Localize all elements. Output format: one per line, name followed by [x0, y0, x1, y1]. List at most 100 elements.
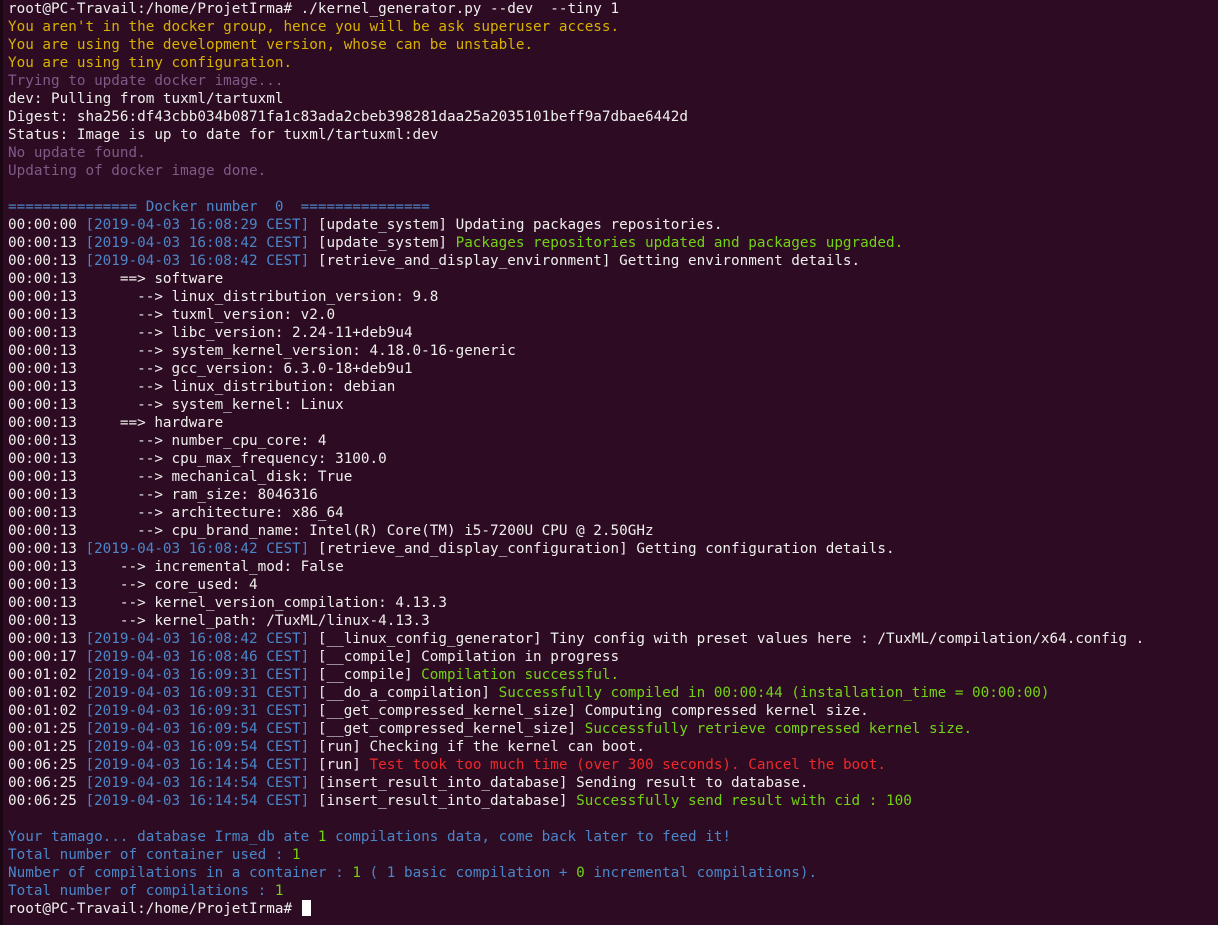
- terminal-text: Your tamago... database Irma_db ate: [8, 829, 318, 845]
- terminal-text: 00:00:13 --> ram_size: 8046316: [8, 487, 318, 503]
- terminal-line: 00:00:13 --> linux_distribution_version:…: [8, 288, 1218, 306]
- terminal-text: 00:00:13 --> architecture: x86_64: [8, 505, 344, 521]
- terminal-text: 00:01:02: [8, 667, 86, 683]
- terminal-line: 00:00:13 ==> hardware: [8, 414, 1218, 432]
- terminal-line: 00:00:13 ==> software: [8, 270, 1218, 288]
- terminal-line: 00:01:02 [2019-04-03 16:09:31 CEST] [__d…: [8, 684, 1218, 702]
- terminal-text: Status: Image is up to date for tuxml/ta…: [8, 127, 439, 143]
- terminal-text: 00:00:13 --> kernel_path: /TuxML/linux-4…: [8, 613, 430, 629]
- terminal-line: 00:00:13 --> ram_size: 8046316: [8, 486, 1218, 504]
- terminal-text: Trying to update docker image...: [8, 73, 284, 89]
- terminal-line: You aren't in the docker group, hence yo…: [8, 18, 1218, 36]
- terminal-text: 00:00:13 --> kernel_version_compilation:…: [8, 595, 447, 611]
- terminal-text: 00:00:13: [8, 631, 86, 647]
- window-edge: [0, 0, 3, 925]
- terminal-text: Successfully send result with cid : 100: [576, 793, 912, 809]
- terminal-text: 00:00:13 ==> software: [8, 271, 224, 287]
- terminal-line: Updating of docker image done.: [8, 162, 1218, 180]
- terminal-line: 00:01:25 [2019-04-03 16:09:54 CEST] [__g…: [8, 720, 1218, 738]
- terminal-text: 1: [292, 847, 301, 863]
- terminal-text: Packages repositories updated and packag…: [455, 235, 904, 251]
- terminal-text: Updating of docker image done.: [8, 163, 267, 179]
- terminal-text: [2019-04-03 16:08:42 CEST]: [85, 235, 310, 251]
- terminal-line: Total number of compilations : 1: [8, 882, 1218, 900]
- terminal-line: 00:00:00 [2019-04-03 16:08:29 CEST] [upd…: [8, 216, 1218, 234]
- terminal-line: Digest: sha256:df43cbb034b0871fa1c83ada2…: [8, 108, 1218, 126]
- terminal-text: 00:01:02: [8, 703, 86, 719]
- terminal-line: 00:00:13 --> cpu_max_frequency: 3100.0: [8, 450, 1218, 468]
- terminal-line: Your tamago... database Irma_db ate 1 co…: [8, 828, 1218, 846]
- terminal-text: 00:01:02: [8, 685, 86, 701]
- terminal-text: 00:00:13 --> incremental_mod: False: [8, 559, 344, 575]
- terminal-line: 00:00:13 --> kernel_path: /TuxML/linux-4…: [8, 612, 1218, 630]
- terminal-line: =============== Docker number 0 ========…: [8, 198, 1218, 216]
- terminal-line: root@PC-Travail:/home/ProjetIrma# ./kern…: [8, 0, 1218, 18]
- terminal-text: You aren't in the docker group, hence yo…: [8, 19, 620, 35]
- terminal-text: 00:00:13 --> mechanical_disk: True: [8, 469, 353, 485]
- terminal-text: 00:00:13 --> gcc_version: 6.3.0-18+deb9u…: [8, 361, 413, 377]
- terminal-text: Test took too much time (over 300 second…: [369, 757, 886, 773]
- terminal-text: 00:00:13 --> cpu_brand_name: Intel(R) Co…: [8, 523, 654, 539]
- terminal-text: Total number of container used :: [8, 847, 293, 863]
- terminal-text: [run] Checking if the kernel can boot.: [309, 739, 645, 755]
- terminal-line: You are using the development version, w…: [8, 36, 1218, 54]
- terminal-text: 0: [576, 865, 585, 881]
- terminal-line: 00:06:25 [2019-04-03 16:14:54 CEST] [run…: [8, 756, 1218, 774]
- terminal-text: 1: [352, 865, 361, 881]
- terminal-text: 00:00:13 --> tuxml_version: v2.0: [8, 307, 336, 323]
- terminal-line: You are using tiny configuration.: [8, 54, 1218, 72]
- terminal-text: root@PC-Travail:/home/ProjetIrma# ./kern…: [8, 1, 620, 17]
- terminal-line: 00:01:02 [2019-04-03 16:09:31 CEST] [__g…: [8, 702, 1218, 720]
- terminal-text: 00:00:13 --> system_kernel: Linux: [8, 397, 344, 413]
- terminal-text: 00:06:25: [8, 793, 86, 809]
- terminal-text: [2019-04-03 16:08:42 CEST]: [85, 541, 310, 557]
- terminal-text: [2019-04-03 16:08:29 CEST]: [85, 217, 310, 233]
- terminal-line: 00:06:25 [2019-04-03 16:14:54 CEST] [ins…: [8, 792, 1218, 810]
- terminal-text: [2019-04-03 16:08:46 CEST]: [85, 649, 310, 665]
- terminal-text: 00:00:13: [8, 253, 86, 269]
- terminal-line: 00:00:13 --> gcc_version: 6.3.0-18+deb9u…: [8, 360, 1218, 378]
- terminal-line: 00:00:13 --> system_kernel: Linux: [8, 396, 1218, 414]
- terminal-text: [2019-04-03 16:14:54 CEST]: [85, 757, 310, 773]
- terminal-line: 00:01:02 [2019-04-03 16:09:31 CEST] [__c…: [8, 666, 1218, 684]
- terminal-text: [__compile]: [309, 667, 422, 683]
- terminal-text: [__get_compressed_kernel_size]: [309, 721, 585, 737]
- terminal-text: Successfully retrieve compressed kernel …: [584, 721, 973, 737]
- terminal-text: 00:00:13 --> cpu_max_frequency: 3100.0: [8, 451, 387, 467]
- terminal-text: Compilation successful.: [421, 667, 620, 683]
- terminal-text: [2019-04-03 16:09:54 CEST]: [85, 721, 310, 737]
- terminal-text: 00:00:13 --> number_cpu_core: 4: [8, 433, 327, 449]
- terminal-text: [2019-04-03 16:09:31 CEST]: [85, 703, 310, 719]
- terminal-text: 00:00:13 ==> hardware: [8, 415, 224, 431]
- terminal-text: [retrieve_and_display_environment] Getti…: [309, 253, 861, 269]
- terminal-text: [2019-04-03 16:08:42 CEST]: [85, 631, 310, 647]
- terminal-text: 00:00:13: [8, 541, 86, 557]
- terminal-text: 00:00:13 --> linux_distribution: debian: [8, 379, 396, 395]
- terminal-text: Digest: sha256:df43cbb034b0871fa1c83ada2…: [8, 109, 688, 125]
- terminal-text: [2019-04-03 16:08:42 CEST]: [85, 253, 310, 269]
- terminal-text: 00:00:13 --> libc_version: 2.24-11+deb9u…: [8, 325, 413, 341]
- terminal-line: 00:00:13 --> mechanical_disk: True: [8, 468, 1218, 486]
- terminal-text: ( 1 basic compilation +: [360, 865, 577, 881]
- terminal-line: dev: Pulling from tuxml/tartuxml: [8, 90, 1218, 108]
- terminal-line: Status: Image is up to date for tuxml/ta…: [8, 126, 1218, 144]
- terminal-text: [2019-04-03 16:14:54 CEST]: [85, 793, 310, 809]
- terminal-line: 00:00:13 --> architecture: x86_64: [8, 504, 1218, 522]
- terminal-text: [update_system]: [309, 235, 456, 251]
- terminal-line: 00:00:13 --> incremental_mod: False: [8, 558, 1218, 576]
- terminal-text: Total number of compilations :: [8, 883, 275, 899]
- terminal-text: [retrieve_and_display_configuration] Get…: [309, 541, 895, 557]
- terminal-line: 00:00:13 --> system_kernel_version: 4.18…: [8, 342, 1218, 360]
- terminal-line: Total number of container used : 1: [8, 846, 1218, 864]
- terminal-window[interactable]: root@PC-Travail:/home/ProjetIrma# ./kern…: [0, 0, 1218, 925]
- terminal-line: Trying to update docker image...: [8, 72, 1218, 90]
- terminal-text: No update found.: [8, 145, 146, 161]
- terminal-line: 00:00:13 --> libc_version: 2.24-11+deb9u…: [8, 324, 1218, 342]
- terminal-line: 00:00:13 --> core_used: 4: [8, 576, 1218, 594]
- terminal-text: 00:06:25: [8, 757, 86, 773]
- terminal-line: root@PC-Travail:/home/ProjetIrma#: [8, 900, 1218, 918]
- terminal-line: 00:01:25 [2019-04-03 16:09:54 CEST] [run…: [8, 738, 1218, 756]
- terminal-line: 00:00:13 --> number_cpu_core: 4: [8, 432, 1218, 450]
- terminal-text: root@PC-Travail:/home/ProjetIrma#: [8, 901, 301, 917]
